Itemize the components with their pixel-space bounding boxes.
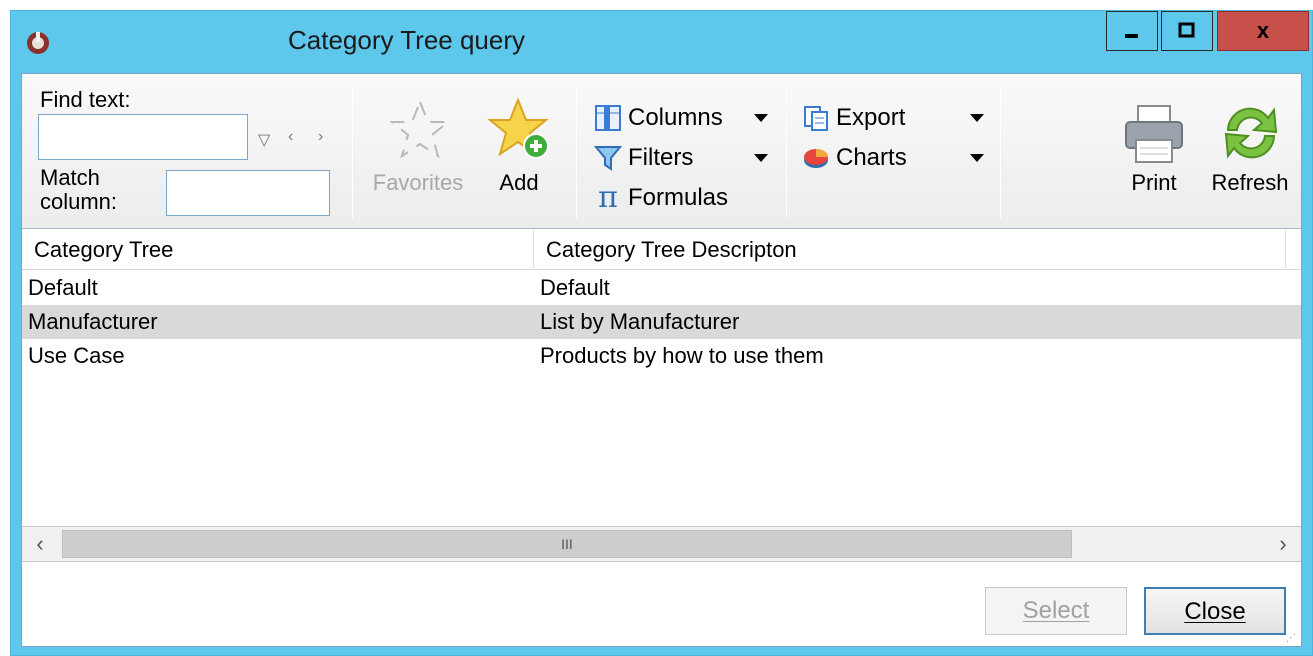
cell-category-tree: Manufacturer xyxy=(28,309,158,334)
scroll-thumb[interactable]: III xyxy=(62,530,1072,558)
column-header-category-tree[interactable]: Category Tree xyxy=(22,230,534,270)
separator xyxy=(352,88,353,218)
column-header-category-tree-description[interactable]: Category Tree Descripton xyxy=(534,230,1286,270)
print-button[interactable]: Print xyxy=(1116,88,1192,208)
pie-chart-icon xyxy=(804,149,828,168)
cell-category-tree: Default xyxy=(28,275,98,300)
print-label: Print xyxy=(1131,170,1177,195)
charts-label: Charts xyxy=(836,144,907,171)
close-window-button[interactable]: x xyxy=(1217,11,1309,51)
formulas-button[interactable]: π Formulas xyxy=(594,182,728,214)
columns-menu-button[interactable]: Columns xyxy=(594,102,723,134)
window-title: Category Tree query xyxy=(288,25,526,55)
funnel-icon xyxy=(594,146,622,171)
cell-category-tree: Use Case xyxy=(28,343,125,368)
export-dropdown-arrow[interactable] xyxy=(970,114,984,122)
minimize-icon xyxy=(1125,34,1138,38)
find-text-label: Find text: xyxy=(40,87,131,112)
printer-icon xyxy=(1125,105,1183,163)
match-column-label: Match column: xyxy=(40,166,117,214)
toolbar: Find text: ▽ ‹ › Match column: Favorites xyxy=(22,74,1301,229)
find-options-dropdown[interactable]: ▽ xyxy=(258,130,270,150)
charts-dropdown-arrow[interactable] xyxy=(970,154,984,162)
favorites-button[interactable]: Favorites xyxy=(362,88,474,208)
export-icon xyxy=(804,106,828,131)
horizontal-scrollbar[interactable]: ‹ III › xyxy=(22,526,1301,562)
maximize-button[interactable] xyxy=(1161,11,1213,51)
cell-description: Products by how to use them xyxy=(540,343,824,368)
table-row-selected[interactable]: Manufacturer List by Manufacturer xyxy=(22,305,1301,339)
refresh-icon xyxy=(1224,107,1278,159)
add-favorite-button[interactable]: Add xyxy=(480,88,558,208)
close-button[interactable]: Close xyxy=(1144,587,1286,635)
filters-dropdown-arrow[interactable] xyxy=(754,154,768,162)
match-column-label-line2: column: xyxy=(40,189,118,214)
scroll-right-button[interactable]: › xyxy=(1265,527,1301,561)
scroll-left-button[interactable]: ‹ xyxy=(22,527,58,561)
favorites-label: Favorites xyxy=(372,170,464,195)
match-column-label-line1: Match xyxy=(40,165,100,190)
close-icon: x xyxy=(1256,18,1270,43)
table-row[interactable]: Default Default xyxy=(22,271,1301,305)
filters-menu-button[interactable]: Filters xyxy=(594,142,693,174)
columns-dropdown-arrow[interactable] xyxy=(754,114,768,122)
match-column-input[interactable] xyxy=(166,170,330,216)
find-next-button[interactable]: › xyxy=(318,128,323,146)
export-menu-button[interactable]: Export xyxy=(802,102,905,134)
maximize-icon xyxy=(1178,22,1195,38)
cell-description: Default xyxy=(540,275,610,300)
separator xyxy=(576,88,577,218)
formulas-label: Formulas xyxy=(628,184,729,211)
find-previous-button[interactable]: ‹ xyxy=(288,128,293,146)
separator xyxy=(1000,88,1001,218)
grip-icon: III xyxy=(561,536,573,552)
separator xyxy=(786,88,787,218)
select-button[interactable]: Select xyxy=(985,587,1127,635)
charts-menu-button[interactable]: Charts xyxy=(802,142,907,174)
title-bar[interactable]: Category Tree query x xyxy=(11,11,1312,73)
close-label: Close xyxy=(1184,598,1246,625)
pi-icon: π xyxy=(598,180,618,215)
add-label: Add xyxy=(499,170,539,195)
columns-label: Columns xyxy=(628,104,723,131)
export-label: Export xyxy=(836,104,906,131)
columns-icon xyxy=(595,105,621,131)
client-area: Find text: ▽ ‹ › Match column: Favorites xyxy=(21,73,1302,647)
grid-header: Category Tree Category Tree Descripton xyxy=(22,230,1301,270)
find-text-input[interactable] xyxy=(38,114,248,160)
select-label: Select xyxy=(1022,597,1090,624)
table-row[interactable]: Use Case Products by how to use them xyxy=(22,339,1301,373)
minimize-button[interactable] xyxy=(1106,11,1158,51)
dialog-window: Category Tree query x Find text: ▽ ‹ › M… xyxy=(10,10,1313,656)
refresh-label: Refresh xyxy=(1211,170,1289,195)
refresh-button[interactable]: Refresh xyxy=(1202,88,1298,208)
resize-grip-icon[interactable]: ⋰ xyxy=(1286,634,1297,644)
app-icon xyxy=(27,32,49,54)
cell-description: List by Manufacturer xyxy=(540,309,740,334)
filters-label: Filters xyxy=(628,144,694,171)
star-add-icon xyxy=(487,97,549,159)
star-outline-icon xyxy=(389,99,451,159)
